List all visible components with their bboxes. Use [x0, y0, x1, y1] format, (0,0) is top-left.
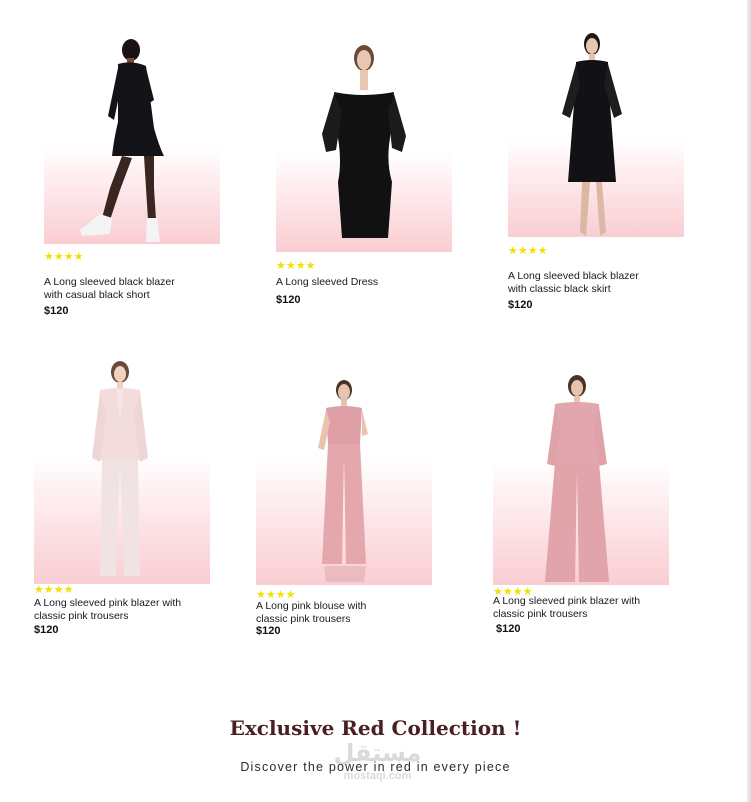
product-title-line: A Long sleeved pink blazer with — [493, 595, 641, 607]
collection-subtitle: Discover the power in red in every piece — [240, 760, 511, 774]
page-edge-shadow — [747, 0, 751, 802]
product-title[interactable]: A Long sleeved pink blazer with classic … — [493, 595, 663, 620]
rating-stars: ★★★★ — [276, 259, 316, 272]
rating-stars: ★★★★ — [34, 583, 74, 596]
product-price: $120 — [256, 625, 281, 637]
product-title-line: A Long sleeved pink blazer with — [34, 597, 182, 609]
product-title-line: A Long sleeved black blazer — [44, 276, 175, 288]
model-black-lace-image — [562, 33, 622, 236]
collection-heading: Exclusive Red Collection ! — [229, 716, 522, 740]
model-pink-blouse-image — [318, 380, 368, 582]
product-title[interactable]: A Long sleeved Dress — [276, 276, 446, 289]
product-price: $120 — [34, 624, 59, 636]
product-title-line: classic pink trousers — [34, 609, 129, 622]
rating-stars: ★★★★ — [508, 244, 548, 257]
product-title-line: A Long sleeved black blazer — [508, 270, 639, 282]
model-black-dress-image — [322, 45, 406, 238]
product-title[interactable]: A Long sleeved black blazer with classic… — [508, 270, 678, 295]
product-title-line: with casual black short — [44, 288, 150, 301]
product-title-line: classic pink trousers — [256, 612, 351, 625]
product-title[interactable]: A Long sleeved pink blazer with classic … — [34, 597, 204, 622]
product-price: $120 — [508, 299, 533, 311]
product-title-line: classic pink trousers — [493, 607, 588, 620]
product-price: $120 — [276, 294, 301, 306]
product-title[interactable]: A Long pink blouse with classic pink tro… — [256, 600, 426, 625]
product-title-line: with classic black skirt — [508, 282, 611, 295]
model-pink-trousers-image — [545, 375, 609, 582]
product-title-line: A Long sleeved Dress — [276, 276, 379, 288]
model-black-short-image — [80, 39, 164, 242]
product-price: $120 — [44, 305, 69, 317]
product-title-line: A Long pink blouse with — [256, 600, 367, 612]
rating-stars: ★★★★ — [44, 250, 84, 263]
product-price: $120 — [496, 623, 521, 635]
model-pink-blazer-image — [92, 361, 148, 576]
product-title[interactable]: A Long sleeved black blazer with casual … — [44, 276, 214, 301]
